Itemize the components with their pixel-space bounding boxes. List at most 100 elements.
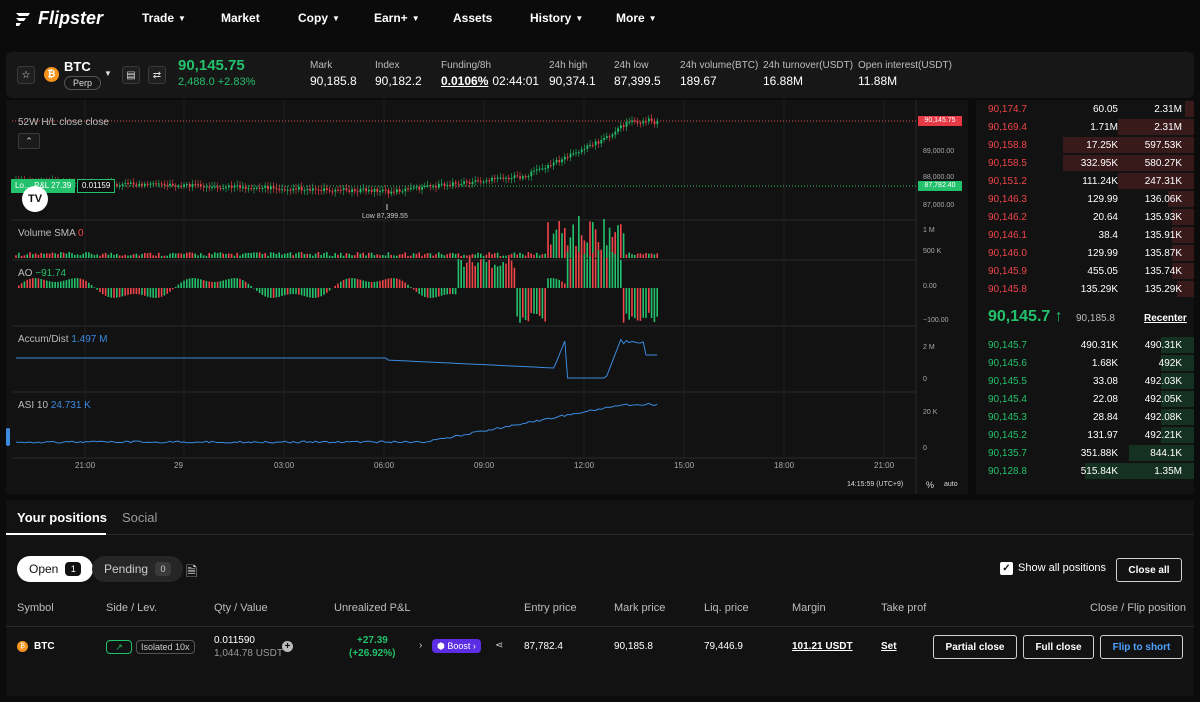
ao-bar [429, 288, 432, 298]
orderbook-row-bid[interactable]: 90,145.4 22.08 492.05K [976, 390, 1194, 408]
ao-bar [124, 288, 126, 296]
volume-bar [46, 253, 48, 258]
document-icon[interactable]: ▤ [122, 66, 140, 84]
volume-bar [482, 255, 485, 258]
nav-item-history[interactable]: History ▼ [530, 11, 583, 25]
column-header: Take prof [881, 602, 927, 614]
perp-badge: Perp [64, 76, 102, 90]
ao-bar [258, 288, 261, 294]
filter-pending[interactable]: Pending 0 [92, 556, 184, 582]
orderbook-row-bid[interactable]: 90,135.7 351.88K 844.1K [976, 444, 1194, 462]
nav-item-trade[interactable]: Trade ▼ [142, 11, 186, 25]
orderbook-row-ask[interactable]: 90,174.7 60.05 2.31M [976, 100, 1194, 118]
take-profit-set[interactable]: Set [881, 641, 897, 652]
share-icon[interactable]: ⋖ [495, 640, 503, 651]
stat-value-text[interactable]: 0.0106% [441, 74, 488, 88]
ao-bar [211, 281, 213, 288]
full-close-button[interactable]: Full close [1023, 635, 1094, 659]
collapse-caret-icon[interactable]: ⌃ [18, 133, 40, 149]
volume-bar [488, 252, 490, 258]
volume-bar [23, 255, 26, 258]
ao-bar [172, 288, 174, 290]
leverage-badge[interactable]: Isolated 10x [136, 640, 195, 654]
orderbook-row-bid[interactable]: 90,128.8 515.84K 1.35M [976, 462, 1194, 480]
nav-item-more[interactable]: More ▼ [616, 11, 657, 25]
ao-bar [88, 282, 90, 288]
orderbook-row-ask[interactable]: 90,169.4 1.71M 2.31M [976, 118, 1194, 136]
swap-icon[interactable]: ⇄ [148, 66, 166, 84]
flip-to-short-button[interactable]: Flip to short [1100, 635, 1183, 659]
unrealized-pnl-pct: (+26.92%) [349, 648, 396, 659]
tab-social[interactable]: Social [122, 510, 157, 525]
position-symbol[interactable]: BTC [34, 641, 55, 652]
boost-button[interactable]: ⬢ Boost › [432, 639, 481, 653]
nav-item-copy[interactable]: Copy ▼ [298, 11, 340, 25]
history-file-icon[interactable]: 🗎 [186, 561, 197, 585]
orderbook-row-ask[interactable]: 90,158.8 17.25K 597.53K [976, 136, 1194, 154]
chevron-down-icon[interactable]: ▼ [104, 69, 112, 78]
chevron-right-icon[interactable]: › [419, 640, 422, 651]
volume-bar [586, 242, 588, 258]
orderbook-row-ask[interactable]: 90,151.2 111.24K 247.31K [976, 172, 1194, 190]
tradingview-logo[interactable]: TV [22, 186, 48, 212]
accum-dist-line [16, 338, 658, 379]
volume-bar [530, 253, 532, 258]
nav-item-market[interactable]: Market [221, 11, 260, 25]
ao-bar [312, 288, 314, 298]
orderbook-row-ask[interactable]: 90,146.3 129.99 136.06K [976, 190, 1194, 208]
ao-bar [110, 288, 112, 298]
nav-item-earn[interactable]: Earn+ ▼ [374, 11, 420, 25]
volume-bar [261, 253, 264, 258]
volume-bar [426, 253, 429, 258]
volume-bar [194, 253, 196, 258]
volume-bar [636, 253, 639, 258]
orderbook-row-bid[interactable]: 90,145.3 28.84 492.08K [976, 408, 1194, 426]
orderbook-size: 332.95K [1080, 158, 1118, 169]
orderbook-row-ask[interactable]: 90,146.1 38.4 135.91K [976, 226, 1194, 244]
orderbook-price: 90,158.8 [988, 140, 1027, 151]
orderbook-row-ask[interactable]: 90,145.9 455.05 135.74K [976, 262, 1194, 280]
star-icon[interactable]: ☆ [17, 66, 35, 84]
orderbook-row-bid[interactable]: 90,145.7 490.31K 490.31K [976, 336, 1194, 354]
filter-open[interactable]: Open 1 [17, 556, 94, 582]
ao-bar [656, 288, 658, 317]
orderbook-row-ask[interactable]: 90,145.8 135.29K 135.29K [976, 280, 1194, 298]
auto-scale-toggle[interactable]: auto [944, 481, 958, 488]
ao-bar [96, 288, 98, 290]
orderbook-row-ask[interactable]: 90,146.2 20.64 135.93K [976, 208, 1194, 226]
volume-bar [141, 253, 143, 258]
recenter-button[interactable]: Recenter [1144, 313, 1187, 324]
orderbook-row-bid[interactable]: 90,145.2 131.97 492.21K [976, 426, 1194, 444]
orderbook-row-bid[interactable]: 90,145.5 33.08 492.03K [976, 372, 1194, 390]
stat-value: 90,374.1 [549, 74, 596, 88]
partial-close-button[interactable]: Partial close [933, 635, 1017, 659]
checkbox-icon[interactable]: ✓ [1000, 562, 1013, 575]
price-chart[interactable] [6, 100, 968, 494]
volume-bar [54, 253, 56, 258]
orderbook-size: 38.4 [1098, 230, 1118, 241]
column-header: Mark price [614, 602, 666, 614]
orderbook-row-ask[interactable]: 90,158.5 332.95K 580.27K [976, 154, 1194, 172]
nav-item-assets[interactable]: Assets [453, 11, 492, 25]
ao-bar [594, 258, 597, 288]
volume-bar [569, 237, 572, 258]
percent-toggle[interactable]: % [926, 480, 934, 490]
symbol-name[interactable]: BTC [64, 59, 91, 74]
add-margin-icon[interactable]: + [282, 641, 293, 652]
close-all-button[interactable]: Close all [1116, 558, 1182, 582]
tab-your-positions[interactable]: Your positions [17, 510, 107, 525]
orderbook-row-bid[interactable]: 90,145.6 1.68K 492K [976, 354, 1194, 372]
ao-bar [440, 288, 443, 296]
show-all-positions-label[interactable]: Show all positions [1018, 562, 1106, 574]
ao-bar [250, 286, 252, 288]
ao-bar [354, 278, 356, 288]
ao-bar [186, 279, 188, 288]
margin-value[interactable]: 101.21 USDT [792, 641, 853, 652]
chart-panel[interactable]: 52W H/L close close ⌃ Lo… P&L 27.39 0.01… [6, 100, 968, 494]
asi-scale-tick: 0 [923, 445, 927, 452]
ao-bar [446, 288, 448, 295]
orderbook-row-ask[interactable]: 90,146.0 129.99 135.87K [976, 244, 1194, 262]
flipster-logo[interactable]: Flipster [14, 8, 103, 29]
column-header: Margin [792, 602, 826, 614]
volume-bar [398, 254, 401, 258]
